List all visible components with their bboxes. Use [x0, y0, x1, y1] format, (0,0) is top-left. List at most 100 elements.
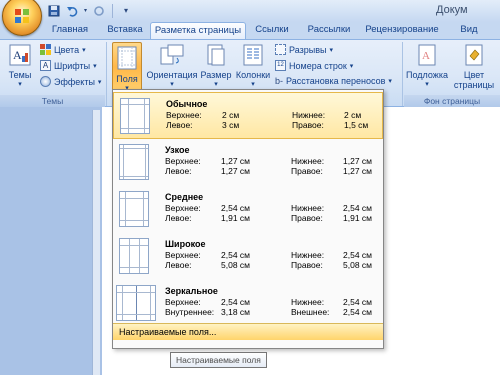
page-bg-group-label: Фон страницы	[404, 95, 500, 107]
margin-wide-thumbnail	[119, 238, 149, 274]
qat-separator	[112, 3, 113, 18]
margins-dropdown: Обычное Верхнее: 2 см Нижнее: 2 см Левое…	[112, 89, 384, 349]
margin-preset-normal[interactable]: Обычное Верхнее: 2 см Нижнее: 2 см Левое…	[113, 92, 383, 139]
margin-normal-thumbnail	[120, 98, 150, 134]
chevron-down-icon: ▾	[82, 46, 86, 54]
size-button[interactable]: Размер ▾	[200, 44, 232, 90]
redo-icon[interactable]	[91, 3, 107, 18]
tab-references[interactable]: Ссылки	[250, 22, 294, 39]
bottom-value: 2 см	[344, 110, 362, 120]
right-value: 1,91 см	[343, 213, 372, 223]
top-label: Верхнее:	[166, 110, 202, 120]
bottom-label: Нижнее:	[291, 203, 325, 213]
quick-access-toolbar: ▾ ▾	[46, 3, 134, 18]
right-label: Правое:	[291, 213, 323, 223]
breaks-icon	[275, 44, 286, 55]
chevron-down-icon: ▾	[349, 62, 354, 70]
hyphenation-button[interactable]: b- Расстановка переносов ▾	[275, 76, 392, 86]
margin-narrow-thumbnail	[119, 144, 149, 180]
right-value: 1,5 см	[344, 120, 369, 130]
theme-colors-icon	[40, 44, 51, 55]
theme-effects-icon	[40, 76, 51, 87]
line-numbers-button[interactable]: 12 Номера строк ▾	[275, 60, 353, 71]
margins-icon	[117, 46, 137, 70]
tab-page-layout[interactable]: Разметка страницы	[150, 22, 246, 39]
chevron-down-icon: ▾	[388, 78, 392, 85]
columns-button[interactable]: Колонки ▾	[234, 44, 272, 90]
themes-icon: A	[9, 44, 31, 66]
page-color-label-1: Цвет	[463, 70, 485, 80]
save-icon[interactable]	[46, 3, 62, 18]
hyphenation-icon: b-	[275, 76, 284, 86]
columns-label: Колонки	[235, 70, 271, 80]
watermark-icon: A	[418, 44, 436, 66]
bottom-value: 2,54 см	[343, 297, 372, 307]
page-color-label-2: страницы	[453, 80, 495, 90]
left-value: 3,18 см	[221, 307, 250, 317]
theme-fonts-icon: A	[40, 60, 51, 71]
svg-text:A: A	[13, 48, 22, 62]
page-color-icon	[465, 44, 483, 66]
effects-button[interactable]: Эффекты ▾	[40, 76, 101, 87]
chevron-down-icon: ▾	[329, 46, 333, 54]
right-label: Правое:	[291, 166, 323, 176]
preset-name: Зеркальное	[165, 286, 218, 296]
ribbon-tabs: Главная Вставка Разметка страницы Ссылки…	[0, 22, 500, 39]
themes-label: Темы	[8, 70, 32, 80]
bottom-label: Нижнее:	[291, 297, 325, 307]
left-label: Левое:	[165, 213, 192, 223]
colors-button[interactable]: Цвета ▾	[40, 44, 86, 55]
preset-name: Обычное	[166, 99, 208, 109]
margin-preset-wide[interactable]: Широкое Верхнее: 2,54 см Нижнее: 2,54 см…	[113, 233, 383, 280]
preset-name: Среднее	[165, 192, 204, 202]
columns-icon	[243, 44, 263, 66]
top-value: 2,54 см	[221, 250, 250, 260]
effects-label: Эффекты	[54, 76, 95, 87]
margin-preset-narrow[interactable]: Узкое Верхнее: 1,27 см Нижнее: 1,27 см Л…	[113, 139, 383, 186]
margin-preset-mirrored[interactable]: Зеркальное Верхнее: 2,54 см Нижнее: 2,54…	[113, 280, 383, 327]
left-value: 3 см	[222, 120, 240, 130]
breaks-button[interactable]: Разрывы ▾	[275, 44, 333, 55]
themes-group-label: Темы	[0, 95, 105, 107]
tab-home[interactable]: Главная	[42, 22, 98, 39]
page-color-button[interactable]: Цвет страницы	[452, 44, 496, 90]
margins-button[interactable]: Поля ▾	[112, 42, 142, 92]
tab-view[interactable]: Вид	[452, 22, 486, 39]
line-numbers-label: Номера строк	[289, 60, 347, 71]
undo-dropdown-icon[interactable]: ▾	[82, 3, 89, 18]
group-separator	[402, 42, 403, 106]
office-logo-icon	[15, 9, 29, 23]
custom-margins-item[interactable]: Настраиваемые поля...	[113, 323, 383, 340]
orientation-label: Ориентация	[146, 70, 198, 80]
bottom-label: Нижнее:	[291, 156, 325, 166]
size-icon	[207, 44, 225, 66]
preset-name: Узкое	[165, 145, 190, 155]
customize-icon[interactable]: ▾	[118, 3, 134, 18]
size-label: Размер	[200, 70, 232, 80]
undo-icon[interactable]	[64, 3, 80, 18]
top-value: 2 см	[222, 110, 240, 120]
right-label: Правое:	[291, 260, 323, 270]
top-label: Верхнее:	[165, 156, 201, 166]
custom-margins-label: Настраиваемые поля...	[119, 327, 217, 337]
tab-review[interactable]: Рецензирование	[362, 22, 442, 39]
orientation-button[interactable]: Ориентация ▾	[146, 44, 198, 90]
bottom-value: 2,54 см	[343, 250, 372, 260]
left-label: Внутреннее:	[165, 307, 215, 317]
right-value: 1,27 см	[343, 166, 372, 176]
themes-button[interactable]: A Темы ▾	[6, 44, 34, 90]
tab-mailings[interactable]: Рассылки	[300, 22, 358, 39]
margin-preset-moderate[interactable]: Среднее Верхнее: 2,54 см Нижнее: 2,54 см…	[113, 186, 383, 233]
tooltip: Настраиваемые поля	[170, 352, 267, 368]
left-label: Левое:	[165, 166, 192, 176]
line-numbers-icon: 12	[275, 60, 286, 71]
watermark-label: Подложка	[406, 70, 448, 80]
tab-insert[interactable]: Вставка	[100, 22, 150, 39]
top-label: Верхнее:	[165, 250, 201, 260]
right-label: Внешнее:	[291, 307, 330, 317]
watermark-button[interactable]: A Подложка ▾	[406, 44, 448, 90]
fonts-button[interactable]: A Шрифты ▾	[40, 60, 97, 71]
left-value: 1,91 см	[221, 213, 250, 223]
chevron-down-icon: ▾	[425, 81, 429, 88]
bottom-value: 2,54 см	[343, 203, 372, 213]
